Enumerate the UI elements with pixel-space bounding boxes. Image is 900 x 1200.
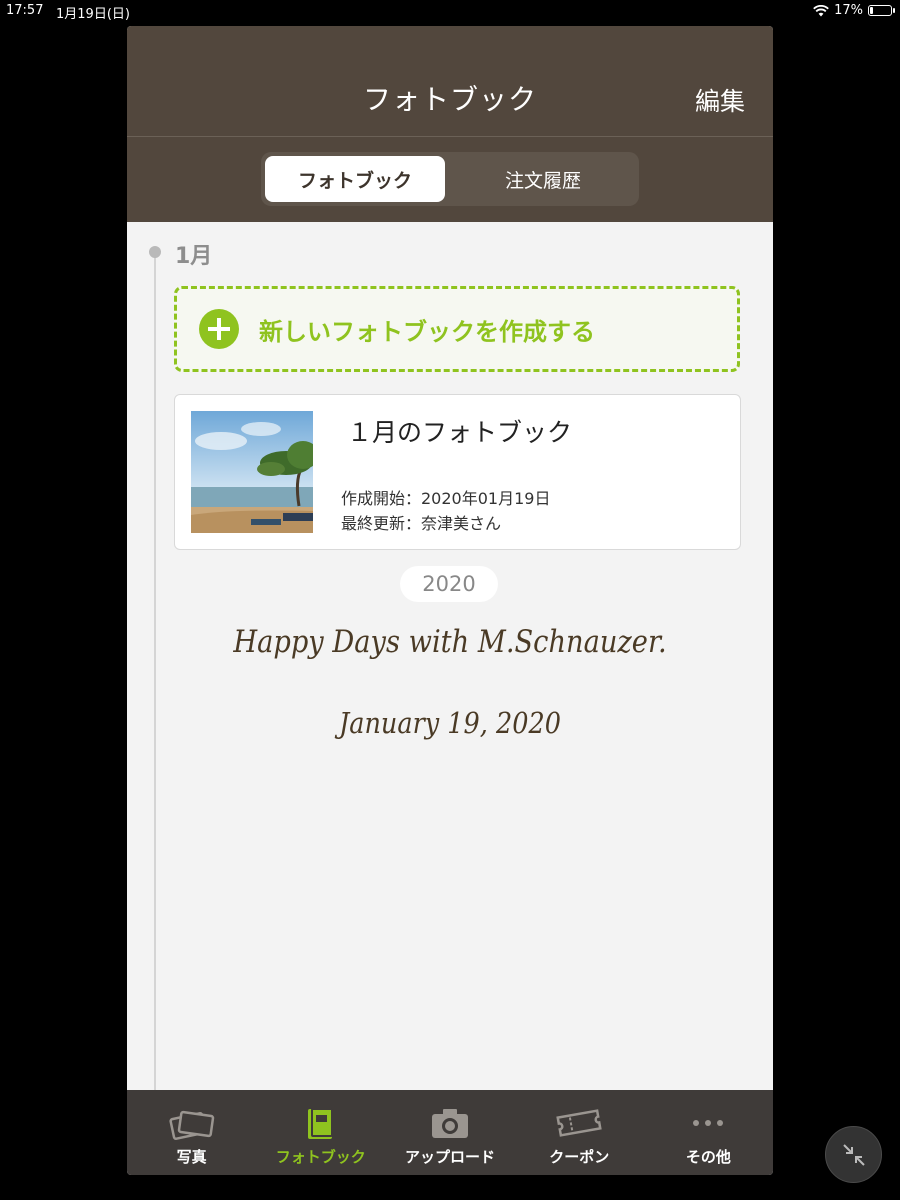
status-date: 1月19日(日) [56,7,130,22]
timeline-line [154,250,156,1090]
photobook-card[interactable]: １月のフォトブック 作成開始：2020年01月19日 最終更新：奈津美さん [174,394,741,550]
tab-photobook-label: フォトブック [275,1148,366,1166]
tab-photos[interactable]: 写真 [127,1090,256,1175]
plus-icon [199,309,239,349]
cover-title-text: Happy Days with M.Schnauzer. [233,624,667,660]
tab-photobook[interactable]: フォトブック [265,156,445,202]
camera-icon [432,1109,468,1138]
timeline-dot [149,246,161,258]
tab-photobook-nav[interactable]: フォトブック [256,1090,385,1175]
minimize-button[interactable] [825,1126,882,1183]
edit-button[interactable]: 編集 [695,82,745,118]
navigation-bar: フォトブック 編集 [127,26,773,137]
minimize-arrows-icon [843,1144,865,1166]
photobook-created-date: 作成開始：2020年01月19日 [341,489,551,508]
wifi-icon [813,4,829,16]
tab-coupon-label: クーポン [549,1148,610,1166]
tab-order-history[interactable]: 注文履歴 [451,156,635,202]
tab-more[interactable]: その他 [644,1090,773,1175]
photos-icon [168,1110,214,1140]
tab-coupon[interactable]: クーポン [515,1090,644,1175]
timeline-content[interactable]: 1月 新しいフォトブックを作成する １月のフォトブック 作成開始：2020年01… [127,222,773,1090]
battery-icon [868,5,895,16]
status-bar: 17:57 1月19日(日) 17% [0,0,900,24]
battery-percent: 17% [834,3,863,18]
photobook-updated-by: 最終更新：奈津美さん [341,514,502,533]
photobook-icon [307,1108,333,1139]
photobook-thumbnail [191,411,313,533]
status-time: 17:57 [6,3,44,18]
more-icon [693,1120,724,1126]
tab-upload[interactable]: アップロード [385,1090,514,1175]
photobook-title: １月のフォトブック [347,418,573,447]
create-photobook-button[interactable]: 新しいフォトブックを作成する [174,286,740,372]
tab-more-label: その他 [685,1148,731,1166]
app-window: フォトブック 編集 フォトブック 注文履歴 1月 新しいフォトブックを作成する [127,26,773,1175]
page-title: フォトブック [362,83,537,116]
segmented-control: フォトブック 注文履歴 [261,152,639,206]
segment-bar: フォトブック 注文履歴 [127,137,773,222]
year-badge: 2020 [400,566,498,602]
status-right: 17% [813,3,895,18]
create-photobook-label: 新しいフォトブックを作成する [259,317,595,346]
coupon-icon [556,1109,602,1137]
tab-photos-label: 写真 [176,1148,207,1166]
month-label: 1月 [175,244,213,269]
cover-date-text: January 19, 2020 [339,706,561,740]
tab-upload-label: アップロード [405,1148,496,1166]
tab-bar: 写真 フォトブック アップロード クーポン その他 [127,1090,773,1175]
